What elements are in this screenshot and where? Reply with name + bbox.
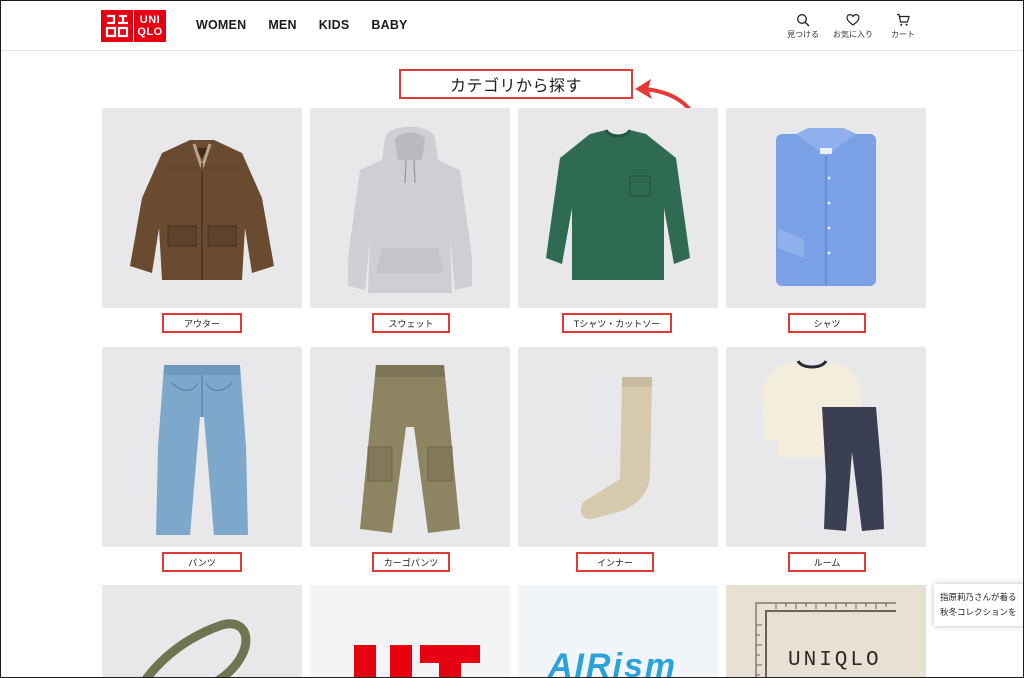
category-label-outer[interactable]: アウター [162,313,242,333]
category-card-inner[interactable]: インナー [518,347,718,572]
ut-logo-icon [354,645,480,677]
category-label-room[interactable]: ルーム [788,552,866,572]
cart-label: カート [891,30,915,39]
header-actions: 見つける お気に入り カート [785,13,921,40]
longsleeve-illustration [546,129,690,280]
promo-toast-line1: 指原莉乃さんが着る [940,592,1017,602]
shirt-image [726,108,926,308]
heart-icon [846,13,860,26]
cargo-pants-illustration [360,365,460,533]
airism-logo-text: AIRism [548,647,678,678]
category-card-tshirt[interactable]: Tシャツ・カットソー [518,108,718,333]
cargo-image [310,347,510,547]
jacket-illustration [130,140,274,280]
find-label: 見つける [787,30,819,39]
logo-katakana [101,10,133,42]
bag-image [102,585,302,677]
airism-image: AIRism [518,585,718,678]
hoodie-illustration [348,126,472,293]
outer-jacket-image [102,108,302,308]
search-icon [797,14,810,27]
category-card-airism[interactable]: AIRism [518,585,718,678]
find-button[interactable]: 見つける [785,13,821,40]
cart-button[interactable]: カート [885,13,921,40]
shirt-illustration [776,128,876,286]
category-card-outer[interactable]: アウター [102,108,302,333]
nav-women[interactable]: WOMEN [196,18,246,32]
category-card-pants[interactable]: パンツ [102,347,302,572]
promo-toast-line2: 秋冬コレクションを [940,607,1017,617]
cart-icon [897,13,910,26]
category-card-bag[interactable] [102,585,302,677]
uniqlo-tag-image: UNIQLO [726,585,926,677]
uniqlo-tag-text: UNIQLO [788,649,882,672]
uniqlo-logo[interactable]: UNI QLO [101,10,166,42]
inner-sock-image [518,347,718,547]
room-wear-image [726,347,926,547]
jeans-illustration [156,365,248,535]
nav-kids[interactable]: KIDS [319,18,350,32]
loungewear-illustration [762,360,884,531]
nav-baby[interactable]: BABY [371,18,407,32]
nav-men[interactable]: MEN [268,18,296,32]
category-label-shirt[interactable]: シャツ [788,313,866,333]
site-header: UNI QLO WOMEN MEN KIDS BABY 見つける お気に入り カ… [1,1,1023,51]
pants-image [102,347,302,547]
logo-katakana-glyphs [105,14,129,38]
category-label-cargo[interactable]: カーゴパンツ [372,552,450,572]
favorites-button[interactable]: お気に入り [833,13,873,40]
promo-toast[interactable]: 指原莉乃さんが着る 秋冬コレクションを [934,584,1023,626]
main-nav: WOMEN MEN KIDS BABY [196,18,408,32]
tshirt-image [518,108,718,308]
favorites-label: お気に入り [833,30,873,39]
category-label-tshirt[interactable]: Tシャツ・カットソー [562,313,672,333]
category-card-ut[interactable] [310,585,510,677]
category-card-uniqlo-label[interactable]: UNIQLO [726,585,926,677]
category-card-room[interactable]: ルーム [726,347,926,572]
ut-image [310,585,510,677]
category-label-pants[interactable]: パンツ [162,552,242,572]
page-frame: UNI QLO WOMEN MEN KIDS BABY 見つける お気に入り カ… [0,0,1024,678]
category-card-sweat[interactable]: スウェット [310,108,510,333]
sock-illustration [580,377,652,520]
logo-latin: UNI QLO [134,10,166,42]
sweat-hoodie-image [310,108,510,308]
bag-strap-illustration [142,619,251,677]
category-card-shirt[interactable]: シャツ [726,108,926,333]
section-title: カテゴリから探す [399,69,633,99]
category-card-cargo[interactable]: カーゴパンツ [310,347,510,572]
category-label-sweat[interactable]: スウェット [372,313,450,333]
category-label-inner[interactable]: インナー [576,552,654,572]
